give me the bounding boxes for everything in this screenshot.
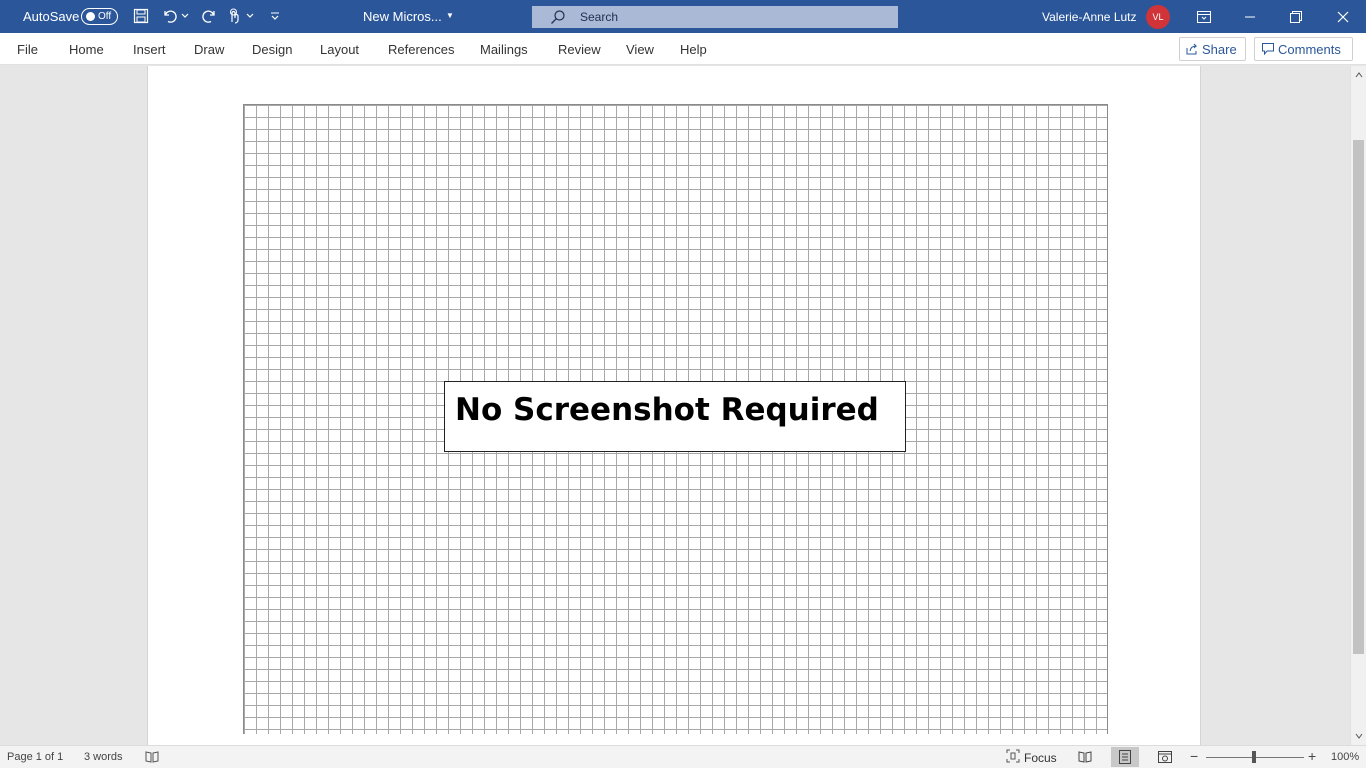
zoom-level[interactable]: 100% [1331,751,1359,763]
tab-home[interactable]: Home [69,42,104,57]
autosave-label: AutoSave [23,9,80,24]
tab-view[interactable]: View [626,42,654,57]
document-page[interactable]: No Screenshot Required [147,66,1201,745]
title-bar: AutoSave Off New Micros... ▼ Search Vale… [0,0,1366,33]
print-layout-icon[interactable] [1111,747,1139,767]
tab-design[interactable]: Design [252,42,292,57]
save-icon[interactable] [131,6,151,26]
tab-file[interactable]: File [17,42,38,57]
read-mode-icon[interactable] [1071,747,1099,767]
search-icon [550,9,566,30]
document-canvas[interactable]: No Screenshot Required [0,66,1350,745]
status-bar: Page 1 of 1 3 words Focus − + 100% [0,745,1366,768]
share-button[interactable]: Share [1179,37,1246,61]
tab-references[interactable]: References [388,42,454,57]
ribbon-tab-bar: File Home Insert Draw Design Layout Refe… [0,33,1366,65]
web-layout-icon[interactable] [1151,747,1179,767]
search-placeholder: Search [580,10,619,24]
restore-icon[interactable] [1273,0,1319,33]
zoom-in-icon[interactable]: + [1308,748,1316,764]
tab-draw[interactable]: Draw [194,42,224,57]
user-name[interactable]: Valerie-Anne Lutz [1042,10,1137,24]
toggle-knob [86,12,95,21]
redo-icon[interactable] [199,6,219,26]
undo-dropdown-icon[interactable] [178,6,192,26]
zoom-out-icon[interactable]: − [1190,748,1198,764]
comment-icon [1262,43,1274,58]
touch-mode-dropdown-icon[interactable] [243,6,257,26]
tab-insert[interactable]: Insert [133,42,166,57]
scrollbar-thumb[interactable] [1353,140,1364,654]
scroll-up-icon[interactable] [1351,68,1366,82]
minimize-icon[interactable] [1227,0,1273,33]
close-icon[interactable] [1320,0,1366,33]
autosave-state: Off [98,11,112,22]
scroll-down-icon[interactable] [1351,729,1366,743]
focus-label[interactable]: Focus [1024,751,1057,765]
tab-layout[interactable]: Layout [320,42,359,57]
comments-label: Comments [1278,42,1341,57]
search-box[interactable]: Search [532,6,898,28]
zoom-slider-thumb[interactable] [1252,751,1256,763]
share-icon [1186,43,1198,58]
vertical-scrollbar[interactable] [1350,66,1366,745]
proofing-icon[interactable] [145,750,159,767]
share-label: Share [1202,42,1237,57]
document-title-chevron-icon[interactable]: ▼ [446,11,454,20]
comments-button[interactable]: Comments [1254,37,1353,61]
customize-toolbar-icon[interactable] [265,6,285,26]
word-count[interactable]: 3 words [84,751,123,763]
ribbon-display-options-icon[interactable] [1181,0,1227,33]
tab-mailings[interactable]: Mailings [480,42,528,57]
tab-review[interactable]: Review [558,42,601,57]
undo-icon[interactable] [160,6,180,26]
avatar[interactable]: VL [1146,5,1170,29]
autosave-toggle[interactable]: Off [81,8,118,25]
tab-help[interactable]: Help [680,42,707,57]
touch-mode-icon[interactable] [224,6,244,26]
focus-icon[interactable] [1006,749,1020,766]
page-info[interactable]: Page 1 of 1 [7,751,63,763]
document-title[interactable]: New Micros... [363,9,442,24]
text-box[interactable]: No Screenshot Required [444,381,906,452]
text-box-content[interactable]: No Screenshot Required [455,392,879,428]
